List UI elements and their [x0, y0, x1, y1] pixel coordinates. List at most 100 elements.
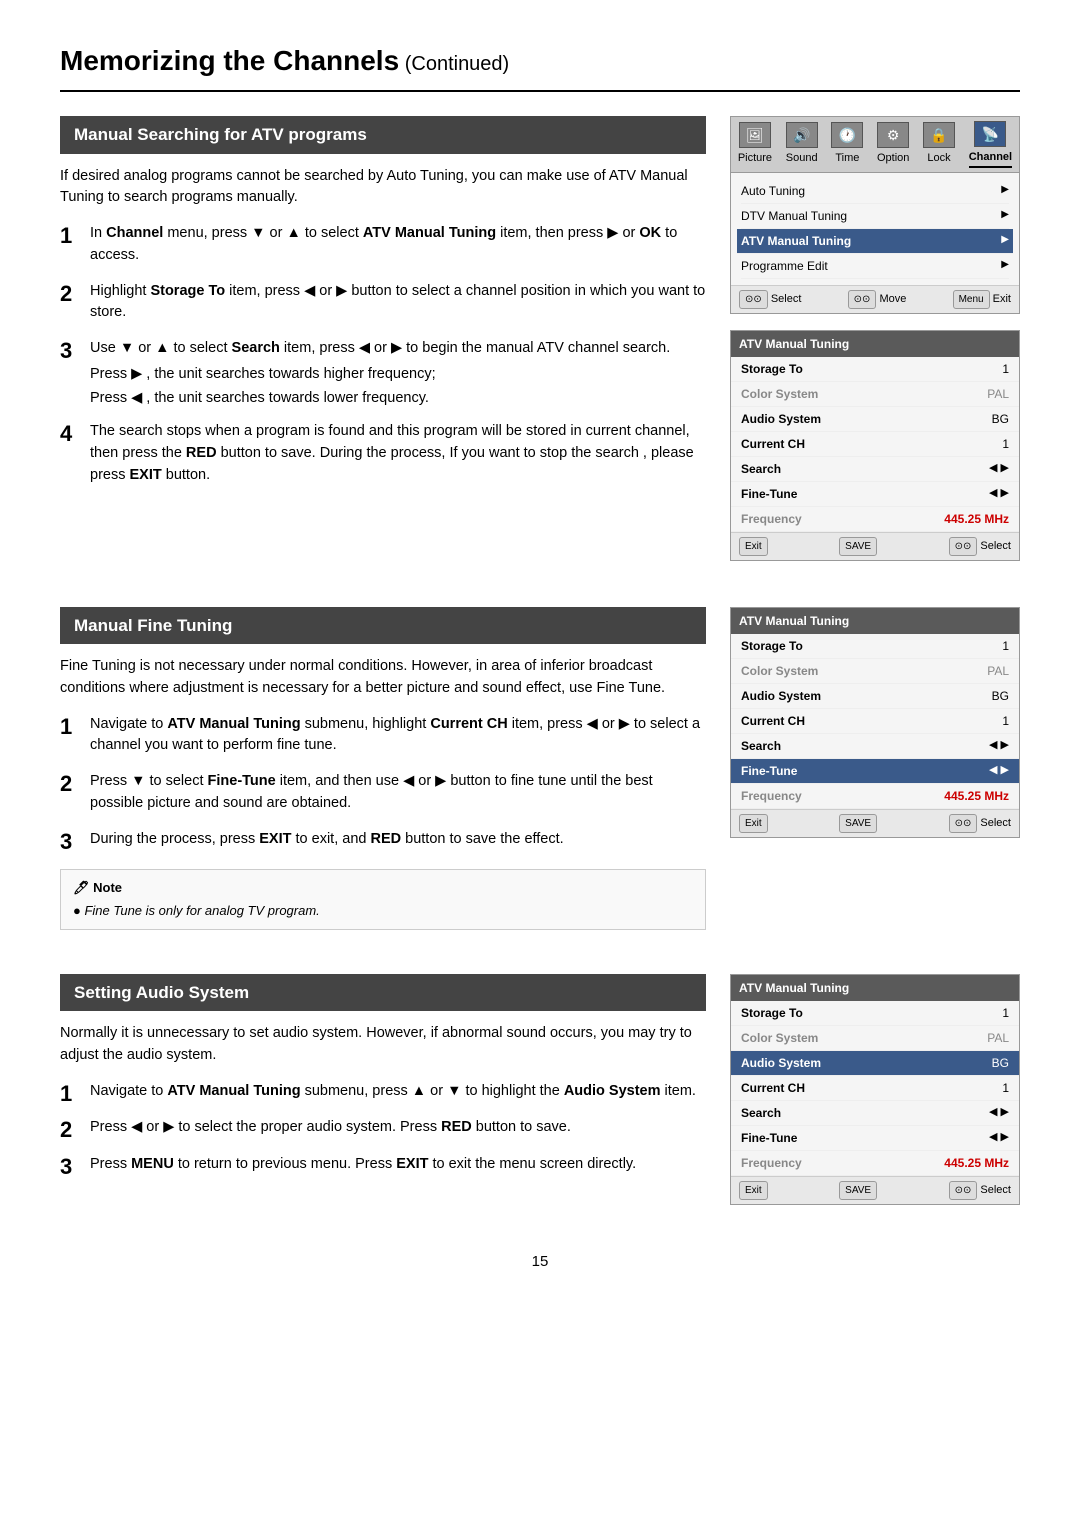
step-3-3: 3 Press MENU to return to previous menu.…	[60, 1154, 706, 1180]
step-number: 4	[60, 421, 80, 490]
section2-header: Manual Fine Tuning	[60, 607, 706, 645]
atv2-row-currentch: Current CH 1	[731, 709, 1019, 734]
page-title: Memorizing the Channels (Continued)	[60, 40, 1020, 92]
atv-box-1-header: ATV Manual Tuning	[731, 331, 1019, 357]
step-number: 3	[60, 829, 80, 855]
step-2-2: 2 Press ▼ to select Fine-Tune item, and …	[60, 771, 706, 819]
atv3-row-search: Search ◀ ▶	[731, 1101, 1019, 1126]
step-3-3-text: Press MENU to return to previous menu. P…	[90, 1154, 706, 1176]
tv-menu-item-auto-tuning: Auto Tuning ▶	[741, 179, 1009, 204]
step-2-3-text: During the process, press EXIT to exit, …	[90, 829, 706, 851]
tv-icon-option: ⚙ Option	[877, 122, 909, 167]
atv2-row-audio: Audio System BG	[731, 684, 1019, 709]
atv-box-3-header: ATV Manual Tuning	[731, 975, 1019, 1001]
section3-right: ATV Manual Tuning Storage To 1 Color Sys…	[730, 974, 1020, 1221]
step-1-3: 3 Use ▼ or ▲ to select Search item, pres…	[60, 338, 706, 411]
section2-steps: 1 Navigate to ATV Manual Tuning submenu,…	[60, 714, 706, 855]
atv-row-storage: Storage To 1	[731, 357, 1019, 382]
atv-box-2-footer: Exit SAVE ⊙⊙ Select	[731, 809, 1019, 837]
atv3-row-audio: Audio System BG	[731, 1051, 1019, 1076]
step-2-3: 3 During the process, press EXIT to exit…	[60, 829, 706, 855]
section2-intro: Fine Tuning is not necessary under norma…	[60, 656, 706, 700]
step-3-1-text: Navigate to ATV Manual Tuning submenu, p…	[90, 1081, 706, 1103]
atv-row-color: Color System PAL	[731, 382, 1019, 407]
section1-right: 🖼 Picture 🔊 Sound 🕐 Time ⚙ Option	[730, 116, 1020, 577]
section-manual-fine-tuning: Manual Fine Tuning Fine Tuning is not ne…	[60, 607, 1020, 944]
atv-row-currentch: Current CH 1	[731, 432, 1019, 457]
atv-box-1-footer: Exit SAVE ⊙⊙ Select	[731, 532, 1019, 560]
atv3-row-frequency: Frequency 445.25 MHz	[731, 1151, 1019, 1176]
atv2-row-color: Color System PAL	[731, 659, 1019, 684]
tv-menu-item-atv: ATV Manual Tuning ▶	[737, 229, 1013, 254]
atv2-row-storage: Storage To 1	[731, 634, 1019, 659]
tv-menu-item-programme-edit: Programme Edit ▶	[741, 254, 1009, 279]
step-1-3-text: Use ▼ or ▲ to select Search item, press …	[90, 338, 706, 360]
tv-icon-time: 🕐 Time	[831, 122, 863, 167]
step-1-1: 1 In Channel menu, press ▼ or ▲ to selec…	[60, 223, 706, 271]
step-3-1: 1 Navigate to ATV Manual Tuning submenu,…	[60, 1081, 706, 1107]
section3-left: Setting Audio System Normally it is unne…	[60, 974, 706, 1221]
section2-right: ATV Manual Tuning Storage To 1 Color Sys…	[730, 607, 1020, 944]
section1-header: Manual Searching for ATV programs	[60, 116, 706, 154]
atv2-row-finetune: Fine-Tune ◀ ▶	[731, 759, 1019, 784]
step-1-4: 4 The search stops when a program is fou…	[60, 421, 706, 490]
step-1-4-text: The search stops when a program is found…	[90, 421, 706, 486]
section2-left: Manual Fine Tuning Fine Tuning is not ne…	[60, 607, 706, 944]
atv-box-2: ATV Manual Tuning Storage To 1 Color Sys…	[730, 607, 1020, 838]
section1-steps: 1 In Channel menu, press ▼ or ▲ to selec…	[60, 223, 706, 491]
atv-box-3: ATV Manual Tuning Storage To 1 Color Sys…	[730, 974, 1020, 1205]
step-number: 1	[60, 714, 80, 762]
atv3-row-finetune: Fine-Tune ◀ ▶	[731, 1126, 1019, 1151]
atv-row-frequency: Frequency 445.25 MHz	[731, 507, 1019, 532]
tv-main-menu-footer: ⊙⊙ Select ⊙⊙ Move Menu Exit	[731, 285, 1019, 313]
step-number: 2	[60, 281, 80, 329]
section-setting-audio: Setting Audio System Normally it is unne…	[60, 974, 1020, 1221]
atv3-row-currentch: Current CH 1	[731, 1076, 1019, 1101]
atv-box-1: ATV Manual Tuning Storage To 1 Color Sys…	[730, 330, 1020, 561]
note-box: 🖊 Note ● Fine Tune is only for analog TV…	[60, 869, 706, 930]
step-2-1: 1 Navigate to ATV Manual Tuning submenu,…	[60, 714, 706, 762]
title-suffix: (Continued)	[399, 53, 509, 75]
step-3-2: 2 Press ◀ or ▶ to select the proper audi…	[60, 1117, 706, 1143]
step-number: 3	[60, 1154, 80, 1180]
step-2-1-text: Navigate to ATV Manual Tuning submenu, h…	[90, 714, 706, 758]
step-1-1-text: In Channel menu, press ▼ or ▲ to select …	[90, 223, 706, 267]
step-1-2: 2 Highlight Storage To item, press ◀ or …	[60, 281, 706, 329]
title-text: Memorizing the Channels	[60, 45, 399, 76]
step-1-3-subs: Press ▶ , the unit searches towards high…	[90, 364, 706, 410]
page-number: 15	[60, 1251, 1020, 1274]
section1-left: Manual Searching for ATV programs If des…	[60, 116, 706, 577]
note-text: ● Fine Tune is only for analog TV progra…	[73, 901, 693, 921]
tv-icon-lock: 🔒 Lock	[923, 122, 955, 167]
section3-intro: Normally it is unnecessary to set audio …	[60, 1023, 706, 1067]
atv-row-search: Search ◀ ▶	[731, 457, 1019, 482]
note-title: 🖊 Note	[73, 878, 693, 898]
atv-box-3-footer: Exit SAVE ⊙⊙ Select	[731, 1176, 1019, 1204]
atv3-row-storage: Storage To 1	[731, 1001, 1019, 1026]
step-number: 2	[60, 771, 80, 819]
section3-header: Setting Audio System	[60, 974, 706, 1012]
atv3-row-color: Color System PAL	[731, 1026, 1019, 1051]
atv-box-2-header: ATV Manual Tuning	[731, 608, 1019, 634]
atv2-row-frequency: Frequency 445.25 MHz	[731, 784, 1019, 809]
step-2-2-text: Press ▼ to select Fine-Tune item, and th…	[90, 771, 706, 815]
atv2-row-search: Search ◀ ▶	[731, 734, 1019, 759]
atv-row-finetune: Fine-Tune ◀ ▶	[731, 482, 1019, 507]
step-1-2-text: Highlight Storage To item, press ◀ or ▶ …	[90, 281, 706, 325]
step-number: 2	[60, 1117, 80, 1143]
step-number: 1	[60, 1081, 80, 1107]
tv-main-menu-box: 🖼 Picture 🔊 Sound 🕐 Time ⚙ Option	[730, 116, 1020, 314]
tv-menu-item-dtv: DTV Manual Tuning ▶	[741, 204, 1009, 229]
tv-menu-items: Auto Tuning ▶ DTV Manual Tuning ▶ ATV Ma…	[731, 173, 1019, 285]
section-manual-searching: Manual Searching for ATV programs If des…	[60, 116, 1020, 577]
tv-menu-bar: 🖼 Picture 🔊 Sound 🕐 Time ⚙ Option	[731, 117, 1019, 173]
tv-icon-sound: 🔊 Sound	[786, 122, 818, 167]
section1-intro: If desired analog programs cannot be sea…	[60, 166, 706, 210]
tv-icon-channel: 📡 Channel	[969, 121, 1012, 168]
atv-row-audio: Audio System BG	[731, 407, 1019, 432]
section3-steps: 1 Navigate to ATV Manual Tuning submenu,…	[60, 1081, 706, 1180]
step-number: 3	[60, 338, 80, 411]
tv-icon-picture: 🖼 Picture	[738, 122, 772, 167]
step-number: 1	[60, 223, 80, 271]
step-3-2-text: Press ◀ or ▶ to select the proper audio …	[90, 1117, 706, 1139]
